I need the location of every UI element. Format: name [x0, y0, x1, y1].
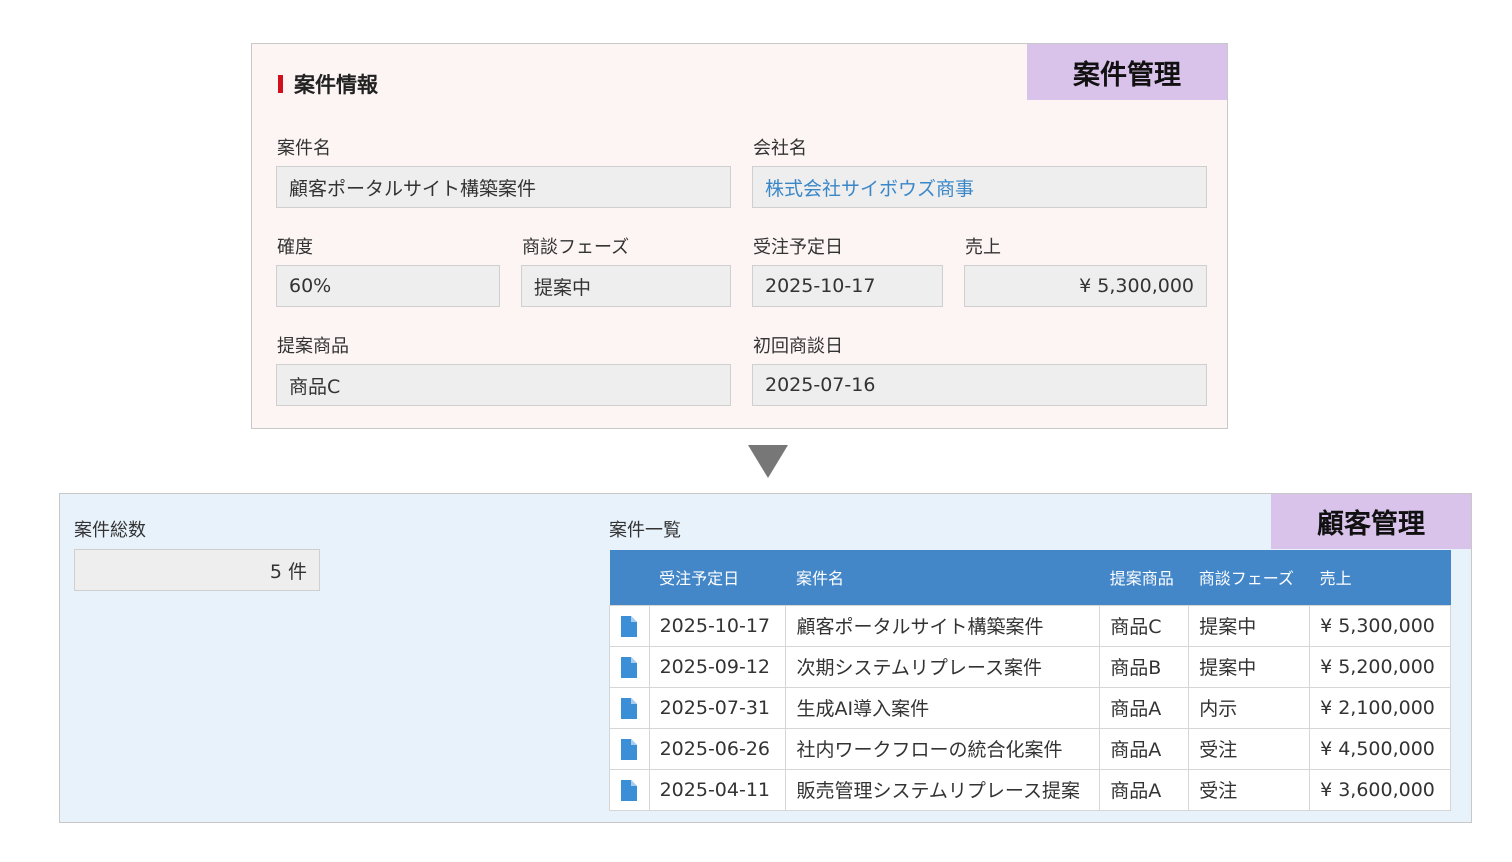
first-meeting-label: 初回商談日 [753, 336, 843, 357]
sales-cell: ¥ 2,100,000 [1309, 686, 1451, 729]
table-row[interactable]: 2025-07-31 生成AI導入案件 商品A 内示 ¥ 2,100,000 [609, 686, 1451, 729]
sales-cell: ¥ 5,200,000 [1309, 645, 1451, 688]
total-cases-label: 案件総数 [74, 520, 146, 541]
sales-cell: ¥ 4,500,000 [1309, 727, 1451, 770]
document-icon[interactable] [621, 615, 638, 637]
case-management-tag: 案件管理 [1027, 44, 1227, 100]
phase-cell: 受注 [1188, 727, 1311, 770]
section-title: 案件情報 [278, 70, 378, 98]
company-name-label: 会社名 [753, 138, 807, 159]
case-list-label: 案件一覧 [609, 520, 681, 541]
phase-cell: 受注 [1188, 768, 1311, 811]
first-meeting-field[interactable]: 2025-07-16 [752, 364, 1207, 406]
case-name-field[interactable]: 顧客ポータルサイト構築案件 [276, 166, 731, 208]
case-info-panel: 案件管理 案件情報 案件名 顧客ポータルサイト構築案件 会社名 株式会社サイボウ… [251, 43, 1228, 429]
case-name-cell: 顧客ポータルサイト構築案件 [785, 604, 1101, 647]
row-icon-cell[interactable] [609, 768, 650, 811]
table-row[interactable]: 2025-04-11 販売管理システムリプレース提案 商品A 受注 ¥ 3,600,00… [609, 768, 1451, 811]
document-icon[interactable] [621, 697, 638, 719]
section-title-text: 案件情報 [294, 73, 378, 97]
column-header[interactable]: 商談フェーズ [1188, 550, 1310, 605]
document-icon[interactable] [621, 738, 638, 760]
case-name-cell: 次期システムリプレース案件 [785, 645, 1101, 688]
company-name-link[interactable]: 株式会社サイボウズ商事 [752, 166, 1207, 208]
document-icon[interactable] [621, 656, 638, 678]
customer-panel: 顧客管理 案件総数 5 件 案件一覧 受注予定日 案件名 提案商品 商談フェーズ… [59, 493, 1472, 823]
row-icon-cell[interactable] [609, 727, 650, 770]
table-row[interactable]: 2025-10-17 顧客ポータルサイト構築案件 商品C 提案中 ¥ 5,300,000 [609, 604, 1451, 647]
product-cell: 商品C [1099, 604, 1190, 647]
case-name-label: 案件名 [277, 138, 331, 159]
order-date-cell: 2025-06-26 [648, 727, 787, 770]
product-field[interactable]: 商品C [276, 364, 731, 406]
row-icon-cell[interactable] [609, 604, 650, 647]
phase-label: 商談フェーズ [522, 237, 630, 258]
section-accent-bar [278, 75, 283, 93]
column-header[interactable]: 提案商品 [1099, 550, 1189, 605]
certainty-field[interactable]: 60% [276, 265, 500, 307]
case-name-cell: 販売管理システムリプレース提案 [785, 768, 1101, 811]
product-cell: 商品B [1099, 645, 1190, 688]
customer-management-tag: 顧客管理 [1271, 494, 1471, 549]
order-date-cell: 2025-04-11 [648, 768, 787, 811]
product-cell: 商品A [1099, 727, 1190, 770]
table-row[interactable]: 2025-06-26 社内ワークフローの統合化案件 商品A 受注 ¥ 4,500,000 [609, 727, 1451, 770]
column-header[interactable]: 売上 [1309, 550, 1451, 605]
order-date-cell: 2025-10-17 [648, 604, 787, 647]
row-icon-cell[interactable] [609, 686, 650, 729]
product-label: 提案商品 [277, 336, 349, 357]
phase-cell: 内示 [1188, 686, 1311, 729]
product-cell: 商品A [1099, 768, 1190, 811]
table-row[interactable]: 2025-09-12 次期システムリプレース案件 商品B 提案中 ¥ 5,200,000 [609, 645, 1451, 688]
order-date-field[interactable]: 2025-10-17 [752, 265, 943, 307]
order-date-cell: 2025-09-12 [648, 645, 787, 688]
column-header[interactable]: 案件名 [785, 550, 1100, 605]
icon-column-header [609, 550, 650, 605]
case-name-cell: 生成AI導入案件 [785, 686, 1101, 729]
document-icon[interactable] [621, 779, 638, 801]
table-header-row: 受注予定日 案件名 提案商品 商談フェーズ 売上 [609, 550, 1451, 605]
column-header[interactable]: 受注予定日 [649, 550, 786, 605]
certainty-label: 確度 [277, 237, 313, 258]
phase-cell: 提案中 [1188, 604, 1311, 647]
phase-field[interactable]: 提案中 [521, 265, 731, 307]
product-cell: 商品A [1099, 686, 1190, 729]
case-list-table: 受注予定日 案件名 提案商品 商談フェーズ 売上 2025-10-17 顧客ポータ… [609, 550, 1451, 811]
case-name-cell: 社内ワークフローの統合化案件 [785, 727, 1101, 770]
row-icon-cell[interactable] [609, 645, 650, 688]
sales-field[interactable]: ¥ 5,300,000 [964, 265, 1207, 307]
order-date-label: 受注予定日 [753, 237, 843, 258]
phase-cell: 提案中 [1188, 645, 1311, 688]
sales-cell: ¥ 3,600,000 [1309, 768, 1451, 811]
sales-label: 売上 [965, 237, 1001, 258]
sales-cell: ¥ 5,300,000 [1309, 604, 1451, 647]
down-arrow-icon [748, 445, 788, 478]
order-date-cell: 2025-07-31 [648, 686, 787, 729]
total-cases-field[interactable]: 5 件 [74, 549, 320, 591]
